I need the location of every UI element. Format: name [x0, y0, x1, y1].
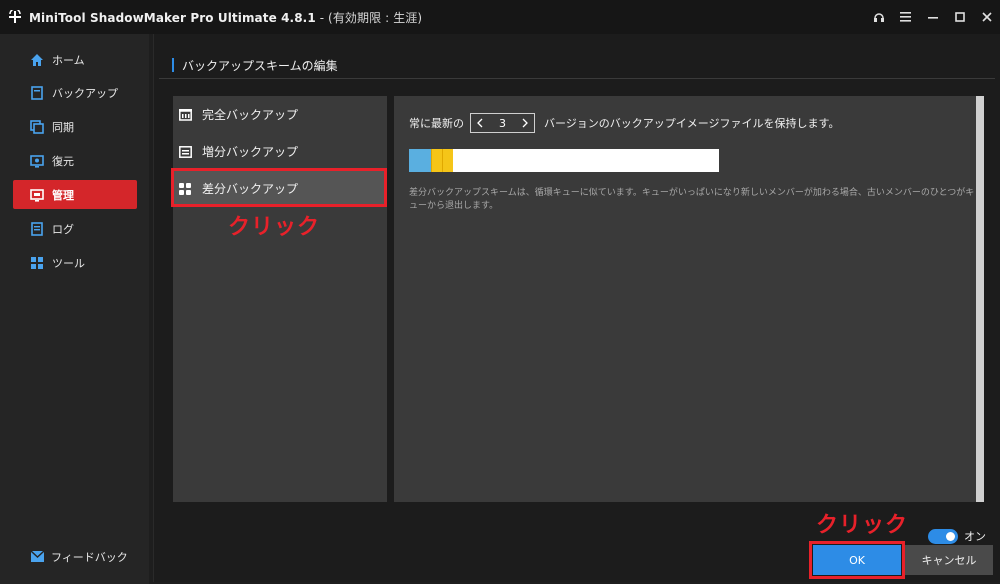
scheme-label: 増分バックアップ: [202, 145, 299, 159]
minimize-icon[interactable]: [919, 0, 946, 34]
scheme-detail-panel: 常に最新の 3 バージョンのバックアップイメージファイルを保持します。 差分バッ…: [394, 96, 984, 502]
diff-version-segment: [431, 149, 442, 172]
click-annotation: クリック: [228, 215, 321, 240]
auto-toggle[interactable]: オン: [928, 528, 986, 544]
license-text: - (有効期限 : 生涯): [315, 10, 423, 25]
mail-icon: [30, 547, 45, 566]
scheme-incremental-backup[interactable]: 増分バックアップ: [173, 133, 387, 170]
sidebar-item-label: ログ: [52, 222, 74, 236]
chevron-left-icon[interactable]: [471, 114, 489, 132]
home-icon: [30, 53, 44, 67]
scrollbar-thumb[interactable]: [976, 96, 984, 502]
maximize-icon[interactable]: [946, 0, 973, 34]
menu-icon[interactable]: [892, 0, 919, 34]
tools-icon: [30, 256, 44, 270]
click-annotation-ok: クリック: [816, 513, 909, 538]
sidebar-item-label: バックアップ: [52, 86, 118, 100]
keep-suffix: バージョンのバックアップイメージファイルを保持します。: [544, 117, 840, 130]
sidebar-item-label: 同期: [52, 120, 74, 134]
scheme-list: 完全バックアップ 増分バックアップ 差分バックアップ: [173, 96, 387, 502]
close-icon[interactable]: [973, 0, 1000, 34]
title-bar: MiniTool ShadowMaker Pro Ultimate 4.8.1 …: [0, 0, 1000, 34]
app-name: MiniTool ShadowMaker Pro Ultimate 4.8.1: [29, 10, 316, 25]
main-panel: バックアップスキームの編集 完全バックアップ 増分バックアップ 差分バックアップ…: [149, 34, 1000, 584]
diff-version-segment: [442, 149, 453, 172]
highlight-box-scheme: [171, 168, 387, 207]
detail-scrollbar[interactable]: [976, 96, 984, 502]
sidebar-item-manage[interactable]: 管理: [13, 180, 137, 209]
page-title: バックアップスキームの編集: [182, 59, 338, 73]
full-version-segment: [409, 149, 431, 172]
sidebar-item-label: 復元: [52, 154, 74, 168]
version-count-stepper[interactable]: 3: [470, 113, 535, 133]
toggle-knob: [946, 531, 955, 541]
scheme-label: 完全バックアップ: [202, 108, 299, 122]
sidebar-item-backup[interactable]: バックアップ: [13, 78, 137, 107]
sidebar-item-sync[interactable]: 同期: [13, 112, 137, 141]
sidebar-item-label: ツール: [52, 256, 85, 270]
backup-icon: [30, 85, 44, 100]
window-title: MiniTool ShadowMaker Pro Ultimate 4.8.1 …: [29, 9, 422, 26]
toggle-label: オン: [964, 530, 986, 543]
scheme-full-backup[interactable]: 完全バックアップ: [173, 96, 387, 133]
log-icon: [30, 221, 44, 236]
sidebar-item-log[interactable]: ログ: [13, 214, 137, 243]
sync-icon: [30, 119, 44, 134]
sidebar-item-label: 管理: [52, 188, 74, 202]
window-controls: [865, 0, 1000, 34]
app-window: MiniTool ShadowMaker Pro Ultimate 4.8.1 …: [0, 0, 1000, 584]
feedback-label: フィードバック: [51, 550, 128, 564]
restore-icon: [30, 154, 44, 168]
full-backup-icon: [178, 108, 192, 122]
scheme-description: 差分バックアップスキームは、循環キューに似ています。キューがいっぱいになり新しい…: [409, 188, 975, 211]
sidebar-item-tools[interactable]: ツール: [13, 248, 137, 277]
sidebar-item-home[interactable]: ホーム: [13, 45, 137, 74]
headset-icon[interactable]: [865, 0, 892, 34]
highlight-box-ok: [809, 541, 905, 579]
content-area: バックアップスキームの編集 完全バックアップ 増分バックアップ 差分バックアップ…: [153, 34, 1000, 582]
feedback-link[interactable]: フィードバック: [30, 547, 128, 566]
version-count-value: 3: [499, 116, 506, 130]
incremental-backup-icon: [178, 145, 192, 159]
sidebar: ホーム バックアップ 同期 復元 管理 ログ ツール: [0, 34, 149, 584]
app-logo-icon: [7, 9, 23, 25]
keep-versions-row: 常に最新の 3 バージョンのバックアップイメージファイルを保持します。: [409, 113, 839, 133]
sidebar-item-label: ホーム: [52, 53, 85, 67]
section-accent-bar: [172, 58, 174, 72]
keep-prefix: 常に最新の: [409, 117, 464, 130]
cancel-button[interactable]: キャンセル: [905, 545, 993, 575]
sidebar-item-restore[interactable]: 復元: [13, 146, 137, 175]
chevron-right-icon[interactable]: [516, 114, 534, 132]
manage-icon: [30, 188, 44, 202]
toggle-switch[interactable]: [928, 528, 958, 544]
version-visual-bar: [409, 149, 719, 172]
